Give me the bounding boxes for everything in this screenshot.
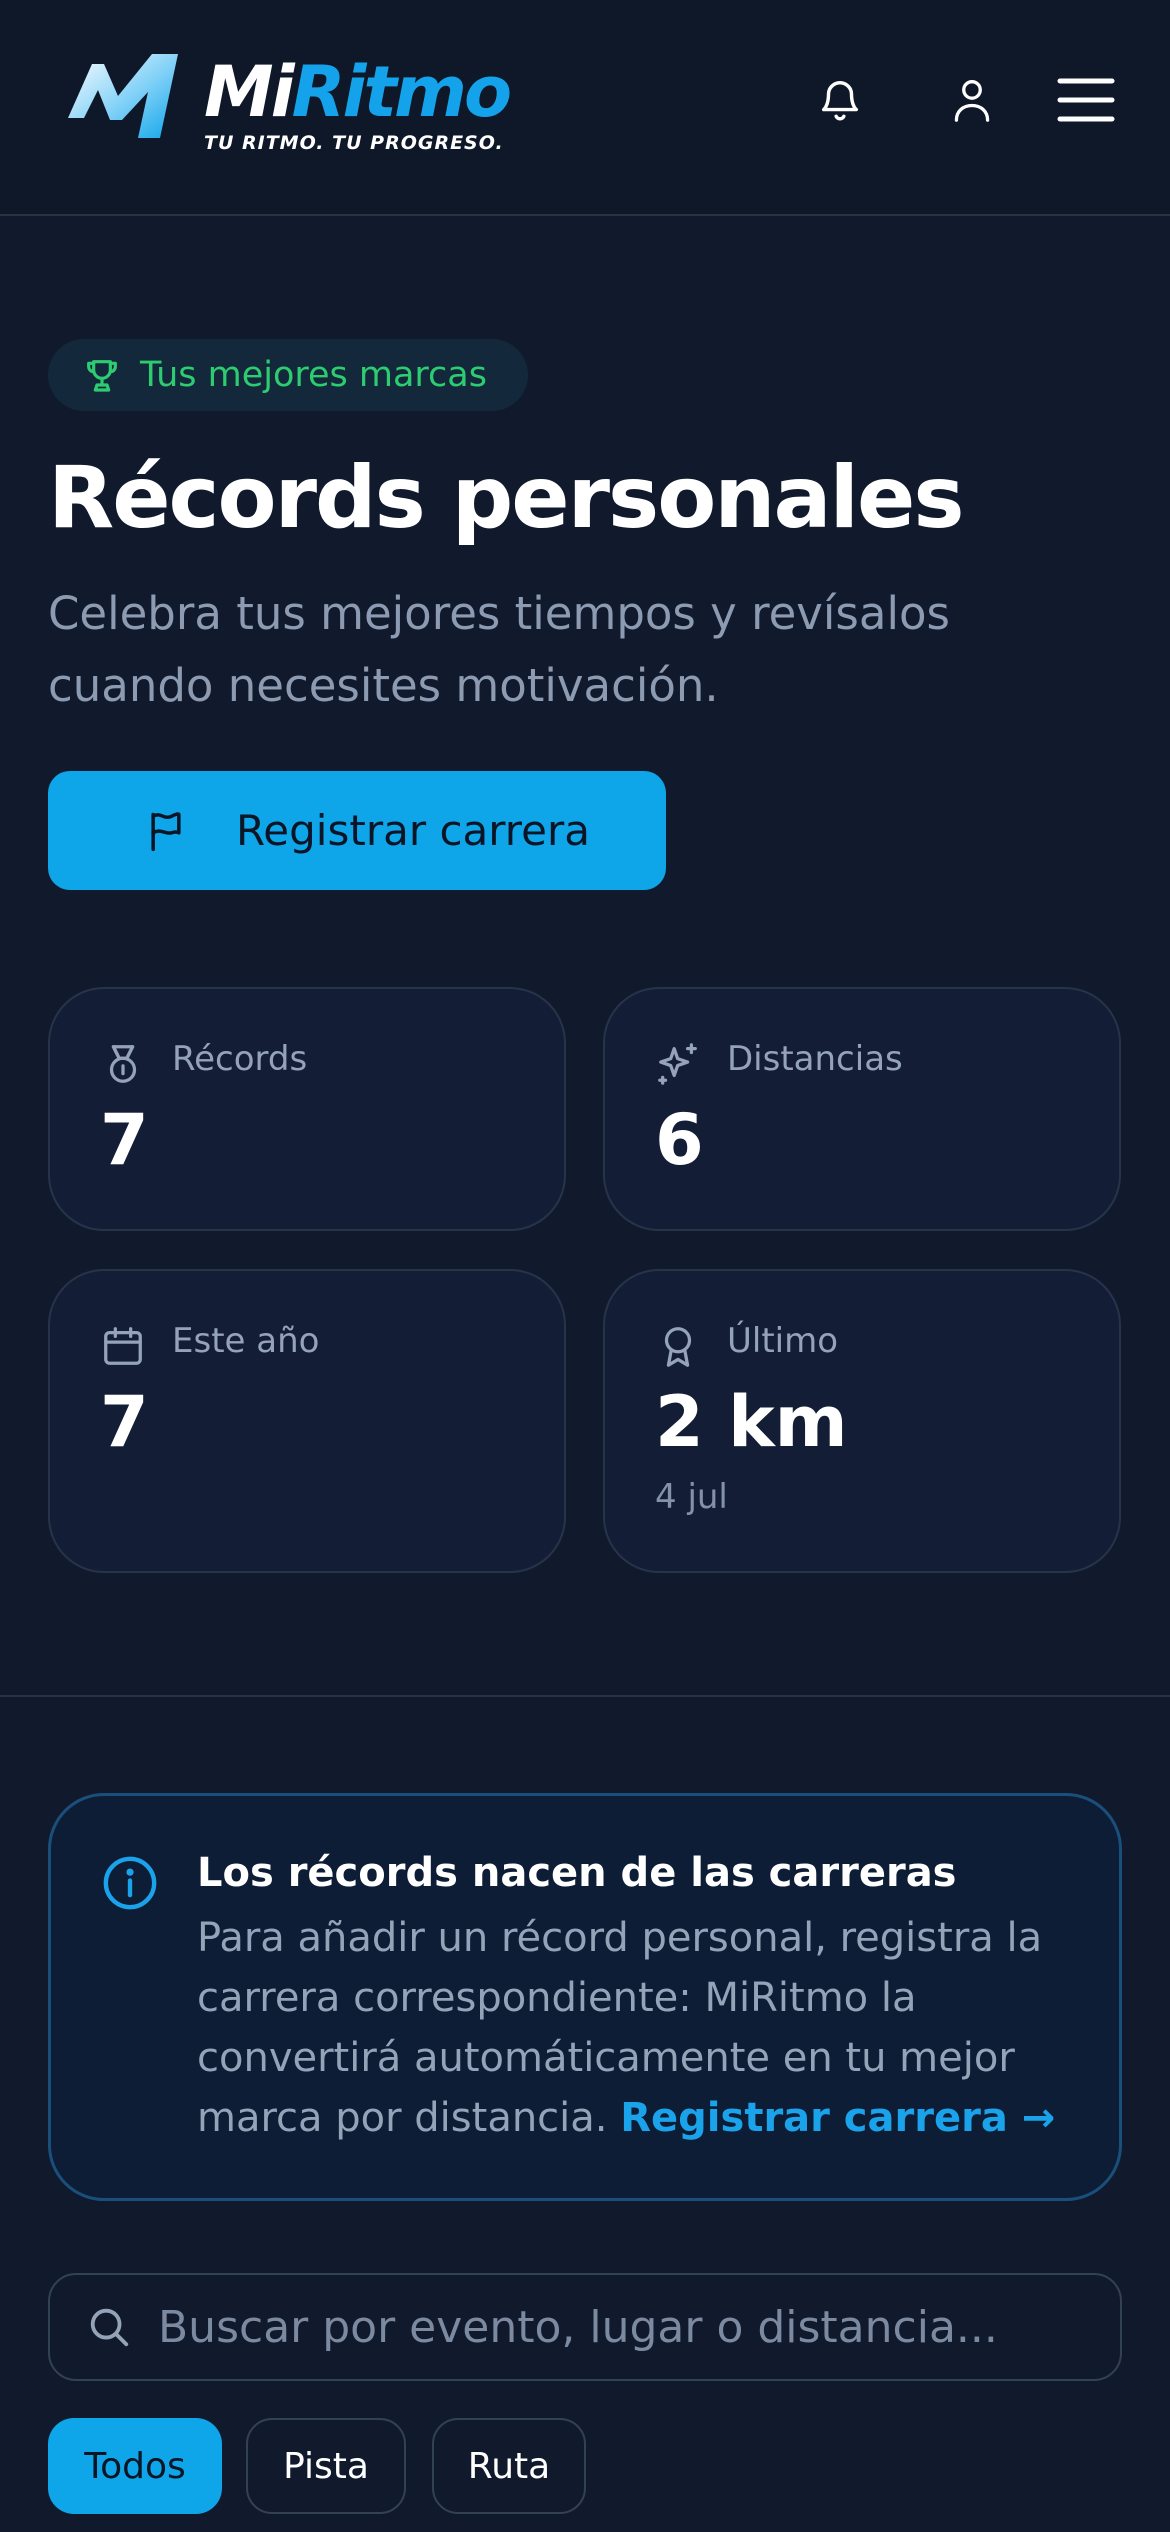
section-badge: Tus mejores marcas [48, 339, 528, 411]
brand-tagline: TU RITMO. TU PROGRESO. [204, 132, 504, 154]
app-header: MiRitmo TU RITMO. TU PROGRESO. [0, 0, 1170, 216]
stat-card-records: Récords 7 [48, 987, 566, 1231]
trophy-icon [87, 360, 117, 392]
filter-chip-pista[interactable]: Pista [246, 2418, 406, 2514]
stat-card-latest: Último 2 km 4 jul [603, 1269, 1121, 1573]
filter-chip-todos[interactable]: Todos [48, 2418, 222, 2514]
stat-value: 7 [100, 1099, 149, 1181]
profile-button[interactable] [942, 70, 1002, 130]
brand-name-mi: Mi [204, 51, 295, 133]
register-race-button[interactable]: Registrar carrera [48, 771, 666, 890]
search-box[interactable] [48, 2273, 1122, 2381]
calendar-icon [104, 1327, 142, 1365]
stat-label: Último [727, 1321, 839, 1361]
badge-label: Tus mejores marcas [140, 355, 487, 395]
search-icon [90, 2308, 129, 2347]
info-callout: Los récords nacen de las carreras Para a… [48, 1793, 1122, 2201]
section-divider [0, 1695, 1170, 1697]
page-subtitle: Celebra tus mejores tiempos y revísalos … [48, 587, 950, 712]
logo-mark-icon [68, 54, 178, 138]
stat-label: Récords [172, 1039, 308, 1079]
filter-chip-ruta[interactable]: Ruta [432, 2418, 586, 2514]
stat-value: 2 km [655, 1381, 848, 1463]
info-title: Los récords nacen de las carreras [197, 1850, 957, 1896]
bell-icon [821, 81, 859, 121]
stat-label: Este año [172, 1321, 320, 1361]
stat-value: 6 [655, 1099, 704, 1181]
stat-card-distances: Distancias 6 [603, 987, 1121, 1231]
user-icon [954, 80, 990, 122]
register-race-label: Registrar carrera [236, 806, 590, 855]
sparkles-icon [658, 1043, 697, 1085]
medal-icon [109, 1045, 137, 1083]
info-icon [103, 1856, 157, 1910]
stat-value: 7 [100, 1381, 149, 1463]
info-body: Para añadir un récord personal, registra… [197, 1908, 1077, 2148]
register-race-link[interactable]: Registrar carrera → [620, 2095, 1055, 2141]
notifications-button[interactable] [810, 70, 870, 130]
search-input[interactable] [158, 2301, 1120, 2353]
stat-card-this-year: Este año 7 [48, 1269, 566, 1573]
menu-button[interactable] [1055, 70, 1117, 130]
stat-date: 4 jul [655, 1477, 728, 1517]
page-title: Récords personales [48, 448, 965, 548]
flag-icon [151, 811, 181, 851]
brand-logo[interactable]: MiRitmo TU RITMO. TU PROGRESO. [66, 50, 536, 160]
brand-name-ritmo: Ritmo [291, 51, 512, 133]
award-icon [664, 1327, 692, 1367]
menu-icon [1057, 78, 1115, 122]
brand-name: MiRitmo [204, 46, 512, 138]
stat-label: Distancias [727, 1039, 903, 1079]
